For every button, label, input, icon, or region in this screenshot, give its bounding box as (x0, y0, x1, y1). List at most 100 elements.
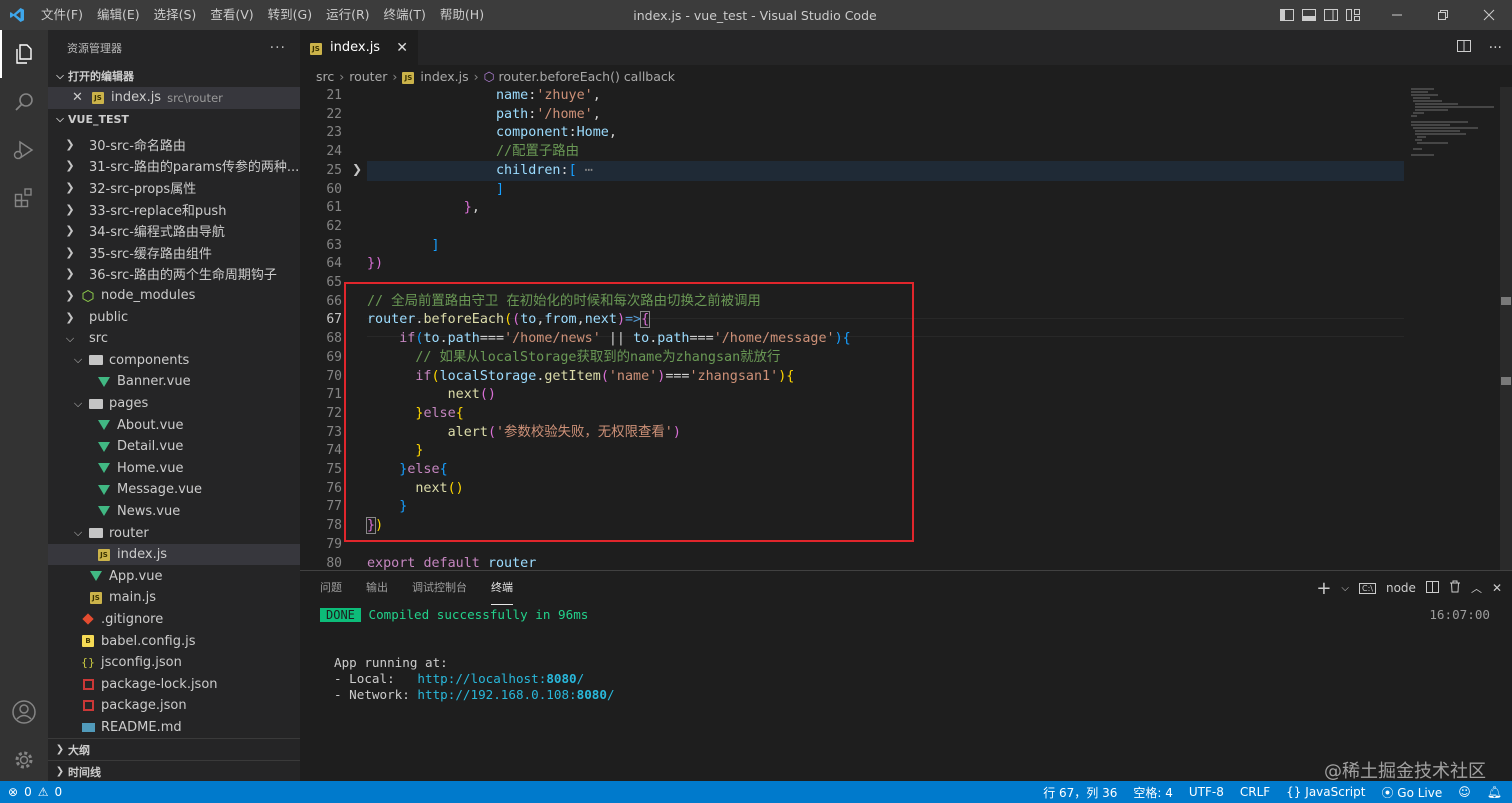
tree-folder[interactable]: ❯ 34-src-编程式路由导航 (48, 220, 300, 242)
tree-folder-router[interactable]: ⌵ router (48, 522, 300, 544)
close-tab-icon[interactable]: ✕ (396, 40, 408, 56)
indentation[interactable]: 空格: 4 (1133, 784, 1173, 801)
tree-folder-public[interactable]: ❯ public (48, 306, 300, 328)
menu-run[interactable]: 运行(R) (319, 0, 376, 30)
cursor-position[interactable]: 行 67，列 36 (1043, 784, 1117, 801)
tree-file-selected[interactable]: JS index.js (48, 543, 300, 566)
outline-section[interactable]: ❯ 大纲 (48, 738, 300, 760)
menu-file[interactable]: 文件(F) (34, 0, 90, 30)
tree-file[interactable]: App.vue (48, 565, 300, 587)
settings-gear-icon[interactable] (0, 736, 48, 784)
tree-folder-pages[interactable]: ⌵ pages (48, 393, 300, 415)
toggle-sidebar-icon[interactable] (1276, 0, 1298, 30)
tree-file[interactable]: Message.vue (48, 479, 300, 501)
problems-status[interactable]: ⊗ 0 ⚠ 0 (8, 785, 62, 799)
tree-file[interactable]: README.md (48, 717, 300, 739)
notifications-bell-icon[interactable]: 🔔︎ (1487, 785, 1502, 799)
breadcrumb: src › router › JS index.js › ⬡ router.befor… (300, 65, 1512, 87)
close-icon[interactable] (1466, 0, 1512, 30)
tab-output[interactable]: 输出 (366, 571, 388, 605)
vue-file-icon (94, 441, 114, 452)
terminal-output[interactable]: DONE Compiled successfully in 96ms 16:07:… (320, 607, 1490, 703)
restore-icon[interactable] (1420, 0, 1466, 30)
minimize-icon[interactable] (1374, 0, 1420, 30)
chevron-right-icon: › (392, 68, 398, 84)
run-debug-icon[interactable] (0, 126, 48, 174)
tree-folder[interactable]: ❯ 30-src-命名路由 (48, 134, 300, 156)
feedback-icon[interactable]: ☺ (1458, 785, 1471, 799)
vue-file-icon (94, 420, 114, 431)
account-icon[interactable] (0, 688, 48, 736)
tree-folder-src[interactable]: ⌵ src (48, 328, 300, 350)
breadcrumb-router[interactable]: router (349, 69, 387, 84)
tree-file[interactable]: About.vue (48, 414, 300, 436)
tab-index-js[interactable]: JS index.js ✕ (300, 30, 418, 65)
vertical-scrollbar[interactable] (1500, 87, 1512, 570)
close-editor-icon[interactable]: ✕ (72, 90, 88, 105)
maximize-panel-icon[interactable]: ︿ (1471, 580, 1482, 596)
open-editors-section[interactable]: ⌵ 打开的编辑器 (48, 65, 300, 87)
line-number: 71 (326, 387, 342, 403)
tree-folder[interactable]: ❯ 31-src-路由的params传参的两种... (48, 155, 300, 177)
encoding[interactable]: UTF-8 (1189, 785, 1224, 799)
menu-view[interactable]: 查看(V) (203, 0, 260, 30)
chevron-down-icon: ⌵ (73, 353, 83, 367)
tree-file[interactable]: {} jsconfig.json (48, 652, 300, 674)
tree-file[interactable]: Home.vue (48, 458, 300, 480)
menu-go[interactable]: 转到(G) (261, 0, 319, 30)
toggle-secondary-sidebar-icon[interactable] (1320, 0, 1342, 30)
trash-icon[interactable] (1449, 580, 1461, 596)
tab-terminal[interactable]: 终端 (491, 571, 513, 605)
end-of-line[interactable]: CRLF (1240, 785, 1270, 799)
local-url[interactable]: http://localhost:8080/ (417, 671, 584, 686)
tab-debug-console[interactable]: 调试控制台 (412, 571, 467, 605)
project-section[interactable]: ⌵ VUE_TEST (48, 109, 300, 131)
terminal-shell-name[interactable]: node (1386, 581, 1416, 595)
breadcrumb-symbol[interactable]: router.beforeEach() callback (499, 69, 675, 84)
tree-file[interactable]: Bbabel.config.js (48, 630, 300, 652)
chevron-down-icon[interactable]: ⌵ (1341, 583, 1349, 594)
explorer-icon[interactable] (0, 30, 48, 78)
open-editor-item[interactable]: ✕ JS index.js src\router (48, 87, 300, 109)
tree-file[interactable]: package.json (48, 695, 300, 717)
breadcrumb-src[interactable]: src (316, 69, 334, 84)
minimap[interactable] (1408, 87, 1504, 570)
network-url[interactable]: http://192.168.0.108:8080/ (417, 687, 614, 702)
go-live-button[interactable]: ⦿ Go Live (1381, 784, 1442, 801)
tab-problems[interactable]: 问题 (320, 571, 342, 605)
npm-file-icon (78, 678, 98, 690)
split-terminal-icon[interactable] (1425, 580, 1439, 596)
tree-folder[interactable]: ❯ 33-src-replace和push (48, 198, 300, 220)
tree-file[interactable]: Banner.vue (48, 371, 300, 393)
tree-file[interactable]: .gitignore (48, 609, 300, 631)
tree-folder-components[interactable]: ⌵ components (48, 350, 300, 372)
menu-selection[interactable]: 选择(S) (147, 0, 204, 30)
new-terminal-icon[interactable]: + (1316, 578, 1331, 599)
menu-edit[interactable]: 编辑(E) (90, 0, 147, 30)
menu-terminal[interactable]: 终端(T) (377, 0, 433, 30)
code-editor[interactable]: ❯ 21 22 23 24 25 60 61 62 63 64 65 66 67 68 69 70 71 72 73… (300, 87, 1512, 570)
search-icon[interactable] (0, 78, 48, 126)
menu-help[interactable]: 帮助(H) (433, 0, 491, 30)
tree-file[interactable]: package-lock.json (48, 673, 300, 695)
tree-file[interactable]: Detail.vue (48, 436, 300, 458)
tree-file[interactable]: JS main.js (48, 587, 300, 609)
tree-folder[interactable]: ❯ 36-src-路由的两个生命周期钩子 (48, 263, 300, 285)
tree-folder[interactable]: ❯ 32-src-props属性 (48, 177, 300, 199)
more-actions-icon[interactable]: ··· (1489, 40, 1502, 56)
language-mode[interactable]: {} JavaScript (1286, 785, 1365, 799)
extensions-icon[interactable] (0, 174, 48, 222)
toggle-panel-icon[interactable] (1298, 0, 1320, 30)
chevron-right-icon: › (473, 68, 479, 84)
tree-file[interactable]: News.vue (48, 501, 300, 523)
tree-folder[interactable]: ❯ 35-src-缓存路由组件 (48, 242, 300, 264)
close-panel-icon[interactable]: ✕ (1492, 581, 1502, 595)
breadcrumb-file[interactable]: index.js (420, 69, 468, 84)
fold-chevron-icon[interactable]: ❯ (352, 162, 362, 176)
split-editor-icon[interactable] (1456, 39, 1471, 56)
customize-layout-icon[interactable] (1342, 0, 1364, 30)
more-actions-icon[interactable]: ··· (270, 40, 286, 56)
tree-folder-node-modules[interactable]: ❯ node_modules (48, 285, 300, 307)
json-config-icon: {} (81, 656, 95, 670)
timeline-section[interactable]: ❯ 时间线 (48, 760, 300, 781)
